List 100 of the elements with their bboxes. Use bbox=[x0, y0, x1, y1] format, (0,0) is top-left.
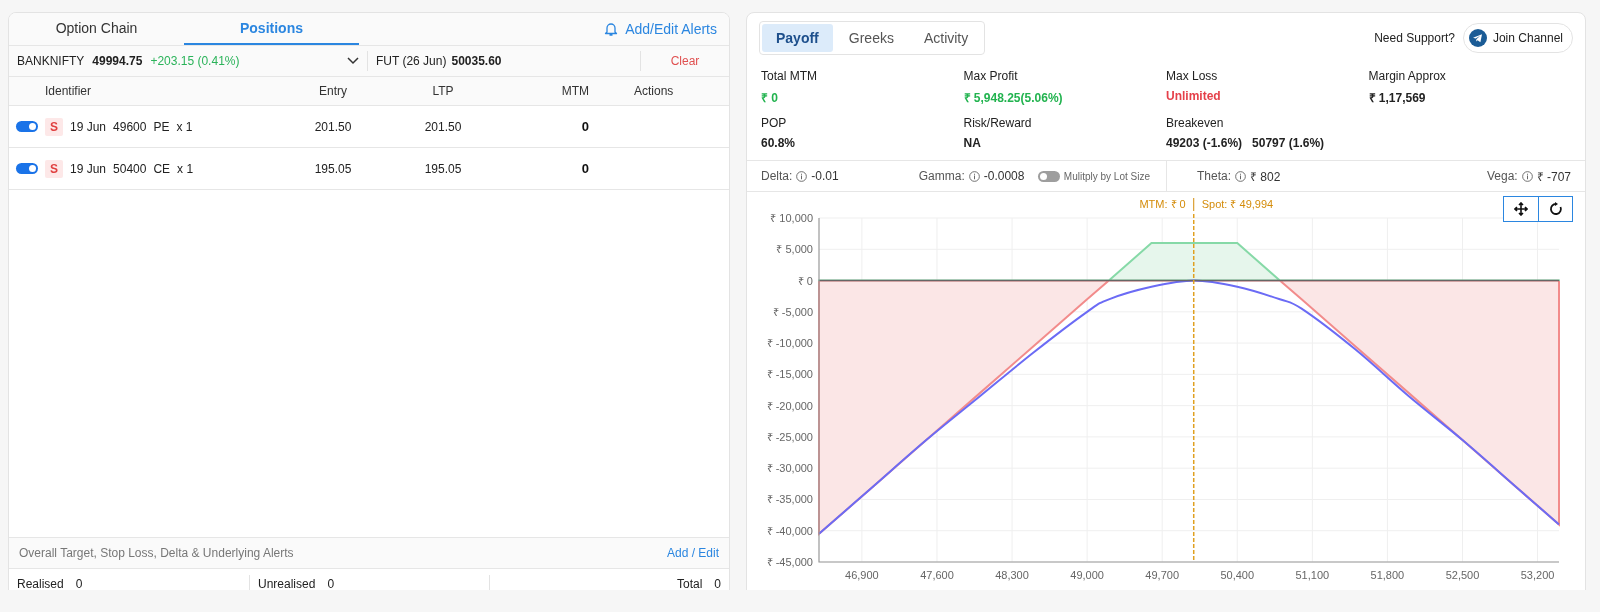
total-label: Unrealised bbox=[258, 577, 316, 590]
stat-label: POP bbox=[761, 116, 788, 130]
total-value: 0 bbox=[75, 577, 83, 590]
sell-badge: S bbox=[45, 117, 63, 136]
stat-value: 50797 (1.6%) bbox=[1252, 136, 1325, 150]
futures-price: 50035.60 bbox=[451, 54, 502, 68]
info-icon[interactable] bbox=[1521, 170, 1533, 182]
underlying-symbol: BANKNIFTY bbox=[17, 54, 85, 68]
stat-value: ₹ 1,17,569 bbox=[1368, 90, 1426, 106]
strike-price: 49600 bbox=[113, 119, 147, 134]
x-axis-label: 46,900 bbox=[845, 569, 879, 581]
x-axis-label: 53,200 bbox=[1520, 569, 1555, 581]
expiry-date: 19 Jun bbox=[70, 161, 107, 176]
y-axis-label: ₹ -15,000 bbox=[766, 368, 813, 381]
stat-label: Breakeven bbox=[1166, 116, 1225, 130]
quantity: x 1 bbox=[177, 161, 194, 176]
table-cell-text: 195.05 bbox=[313, 161, 353, 176]
mtm-label: MTM: ₹ 0 bbox=[1139, 198, 1186, 210]
strike-price: 50400 bbox=[113, 161, 147, 176]
add-edit-alerts-link[interactable]: Add/Edit Alerts bbox=[625, 21, 717, 37]
x-axis-label: 49,700 bbox=[1145, 569, 1179, 581]
x-axis-label: 51,100 bbox=[1295, 569, 1330, 581]
x-axis-label: 51,800 bbox=[1370, 569, 1405, 581]
y-axis-label: ₹ -10,000 bbox=[766, 337, 813, 350]
y-axis-label: ₹ -5,000 bbox=[772, 305, 813, 318]
stat-value: ₹ 5,948.25(5.06%) bbox=[963, 90, 1063, 106]
greek-label: Vega: bbox=[1486, 169, 1518, 183]
greek-value: -0.01 bbox=[811, 169, 839, 183]
tab[interactable]: Payoff bbox=[762, 24, 833, 52]
x-axis-label: 52,500 bbox=[1445, 569, 1480, 581]
paper-plane-icon bbox=[1468, 29, 1487, 47]
stat-value: NA bbox=[963, 136, 981, 150]
stat-label: Risk/Reward bbox=[963, 116, 1033, 130]
x-axis-label: 49,000 bbox=[1070, 569, 1104, 581]
join-channel-button[interactable]: Join Channel bbox=[1462, 23, 1573, 53]
greek-value: ₹ -707 bbox=[1536, 168, 1571, 185]
bell-icon bbox=[603, 21, 620, 37]
x-axis-label: 47,600 bbox=[920, 569, 954, 581]
underlying-price: 49994.75 bbox=[92, 54, 143, 68]
y-axis-label: ₹ 5,000 bbox=[776, 243, 813, 256]
y-axis-label: ₹ -30,000 bbox=[766, 462, 813, 475]
column-header: Identifier bbox=[44, 84, 93, 98]
overall-alerts-label: Overall Target, Stop Loss, Delta & Underlying Alerts bbox=[19, 546, 294, 560]
stat-label: Margin Approx bbox=[1368, 69, 1447, 83]
toggle-label: Mulitply by Lot Size bbox=[1063, 170, 1150, 182]
total-label: Realised bbox=[17, 577, 64, 590]
y-axis-label: ₹ -40,000 bbox=[766, 524, 813, 537]
column-header: Entry bbox=[318, 84, 348, 98]
total-value: 0 bbox=[714, 577, 721, 590]
table-cell-text: 201.50 bbox=[313, 119, 353, 134]
spot-label: Spot: ₹ 49,994 bbox=[1201, 198, 1274, 210]
tab[interactable]: Activity bbox=[909, 24, 983, 52]
column-header: Actions bbox=[633, 84, 675, 98]
y-axis-label: ₹ -25,000 bbox=[766, 430, 813, 443]
stat-value: Unlimited bbox=[1166, 89, 1221, 103]
greek-label: Theta: bbox=[1197, 169, 1232, 183]
option-type: CE bbox=[153, 161, 171, 176]
toggle-switch[interactable] bbox=[1037, 170, 1060, 182]
stat-value: ₹ 0 bbox=[761, 90, 778, 106]
tab[interactable]: Option Chain bbox=[9, 13, 184, 45]
total-value: 0 bbox=[327, 577, 335, 590]
quantity: x 1 bbox=[176, 119, 193, 134]
stat-label: Total MTM bbox=[761, 69, 818, 83]
expiry-date: 19 Jun bbox=[70, 119, 107, 134]
y-axis-label: ₹ -20,000 bbox=[766, 399, 813, 412]
toggle-switch[interactable] bbox=[16, 163, 38, 174]
y-axis-label: ₹ -35,000 bbox=[766, 493, 813, 506]
greek-label: Delta: bbox=[761, 169, 793, 183]
table-cell-text: 0 bbox=[580, 161, 589, 176]
support-label: Need Support? bbox=[1374, 31, 1455, 45]
tab[interactable]: Greeks bbox=[834, 24, 908, 52]
add-edit-link[interactable]: Add / Edit bbox=[666, 546, 719, 560]
table-cell-text: 201.50 bbox=[423, 119, 463, 134]
table-cell-text: 195.05 bbox=[423, 161, 463, 176]
y-axis-label: ₹ 10,000 bbox=[770, 212, 813, 224]
total-label: Total bbox=[676, 577, 703, 590]
x-axis-label: 50,400 bbox=[1220, 569, 1255, 581]
clear-button[interactable]: Clear bbox=[640, 51, 729, 71]
stat-value: 49203 (-1.6%) bbox=[1166, 136, 1243, 150]
info-icon[interactable] bbox=[796, 170, 808, 182]
y-axis-label: ₹ -45,000 bbox=[766, 556, 813, 568]
table-cell-text: 0 bbox=[580, 119, 589, 134]
x-axis-label: 48,300 bbox=[995, 569, 1029, 581]
greek-value: -0.0008 bbox=[983, 169, 1025, 183]
column-header: LTP bbox=[431, 84, 455, 98]
column-header: MTM bbox=[560, 84, 589, 98]
toggle-switch[interactable] bbox=[16, 121, 38, 132]
stat-label: Max Loss bbox=[1166, 69, 1219, 83]
price-change: +203.15 (0.41%) bbox=[150, 54, 240, 68]
sell-badge: S bbox=[45, 159, 63, 178]
greek-value: ₹ 802 bbox=[1250, 168, 1281, 185]
info-icon[interactable] bbox=[1235, 170, 1247, 182]
stat-value: 60.8% bbox=[761, 136, 796, 150]
option-type: PE bbox=[153, 119, 170, 134]
stat-label: Max Profit bbox=[963, 69, 1019, 83]
info-icon[interactable] bbox=[968, 170, 980, 182]
chevron-down-icon[interactable] bbox=[347, 57, 359, 65]
futures-label: FUT (26 Jun) bbox=[376, 54, 447, 68]
greek-label: Gamma: bbox=[918, 169, 965, 183]
y-axis-label: ₹ 0 bbox=[797, 274, 813, 287]
